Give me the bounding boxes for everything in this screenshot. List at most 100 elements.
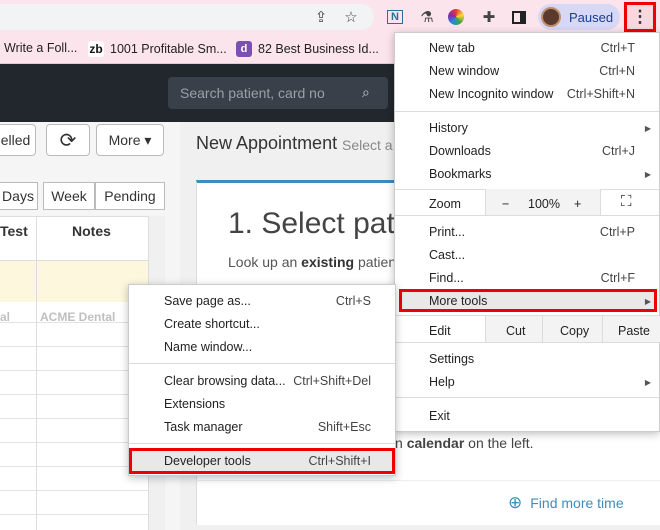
table-cell: al [0,310,11,324]
tab-label: Pending [104,188,156,204]
edit-controls: Cut Copy Paste [485,316,660,342]
column-header-notes: Notes [72,223,111,239]
shortcut-label: Ctrl+P [599,225,635,239]
zoom-level: 100% [528,197,560,211]
menu-item-more-tools[interactable]: More tools [429,294,487,308]
zoom-controls: − 100% + [485,189,601,215]
calendar-bold: calendar [406,435,465,451]
d-logo-icon: d [236,41,252,57]
zoho-logo-icon: zb [88,41,104,57]
submenu-arrow-icon: ▶ [644,170,651,179]
cancelled-button[interactable]: elled [0,124,36,156]
menu-item-exit[interactable]: Exit [429,409,450,423]
bookmark-label: Write a Foll... [4,41,78,55]
search-icon[interactable]: ⌕ [362,84,370,101]
shortcut-label: Ctrl+Shift+I [308,454,371,468]
menu-item-task-manager[interactable]: Task manager [164,420,243,434]
shortcut-label: Shift+Esc [317,420,371,434]
menu-item-downloads[interactable]: Downloads [429,144,491,158]
menu-item-incognito[interactable]: New Incognito window [429,87,553,101]
refresh-icon: ⟳ [59,129,77,152]
more-label: More ▾ [108,131,152,148]
tab-week[interactable]: Week [43,182,95,210]
more-button[interactable]: More ▾ [96,124,164,156]
grid-highlight-row[interactable] [0,260,148,302]
shortcut-label: Ctrl+F [600,271,635,285]
bookmark-item[interactable]: d 82 Best Business Id... [236,41,379,57]
find-more-label: Find more time [530,495,624,511]
submenu-arrow-icon: ▶ [644,378,651,387]
menu-item-new-window[interactable]: New window [429,64,499,78]
submenu-arrow-icon: ▶ [644,297,651,306]
star-icon[interactable]: ☆ [340,6,362,28]
zoom-in-button[interactable]: + [574,197,581,211]
zoom-in-icon: ⊕ [508,493,523,512]
chrome-menu: New tab Ctrl+T New window Ctrl+N New Inc… [394,32,660,432]
column-divider [36,216,37,530]
fullscreen-icon[interactable]: ⛶ [621,193,632,210]
shortcut-label: Ctrl+T [600,41,635,55]
color-wheel-icon[interactable] [445,6,467,28]
menu-separator [129,443,395,444]
calendar-hint: n calendar on the left. [395,435,534,451]
lookup-bold: existing [301,254,355,270]
share-icon[interactable]: ⇪ [310,6,332,28]
copy-button[interactable]: Copy [560,324,589,338]
cancelled-label: elled [0,132,31,148]
menu-item-name-window[interactable]: Name window... [164,340,252,354]
zoom-out-button[interactable]: − [502,197,509,211]
menu-item-cast[interactable]: Cast... [429,248,465,262]
grid-body [0,302,148,530]
cut-button[interactable]: Cut [506,324,525,338]
calendar-pre: n [395,435,407,451]
shortcut-label: Ctrl+Shift+N [566,87,635,101]
menu-separator [395,397,659,398]
table-cell: ACME Dental [40,310,116,324]
calendar-post: on the left. [464,435,534,451]
menu-item-save-page[interactable]: Save page as... [164,294,251,308]
menu-item-extensions[interactable]: Extensions [164,397,225,411]
submenu-arrow-icon: ▶ [644,124,651,133]
grid-header: Test Notes [0,216,165,260]
card-divider [196,480,660,481]
chrome-menu-button[interactable]: ⋮ [624,2,656,32]
column-header-test: Test [0,223,28,239]
paused-label: Paused [569,9,614,25]
menu-separator [395,215,659,216]
menu-separator [129,363,395,364]
tab-days[interactable]: Days [0,182,38,210]
bookmark-item[interactable]: zb 1001 Profitable Sm... [88,41,227,57]
page-title: New Appointment [196,133,338,153]
browser-toolbar: ⇪ ☆ N ⚗ ✚ Paused ⋮ [0,0,660,34]
refresh-button[interactable]: ⟳ [46,124,90,156]
shortcut-label: Ctrl+N [599,64,635,78]
menu-item-help[interactable]: Help [429,375,455,389]
bookmark-label: 1001 Profitable Sm... [110,42,227,56]
avatar [541,7,561,27]
menu-item-developer-tools[interactable]: Developer tools [164,454,251,468]
page-subtitle: Select a [342,137,393,153]
lookup-pre: Look up an [228,254,302,270]
menu-separator [395,342,659,343]
extension-n-icon[interactable]: N [384,6,406,28]
menu-item-find[interactable]: Find... [429,271,464,285]
eyedropper-icon[interactable]: ⚗ [416,6,438,28]
tab-pending[interactable]: Pending [95,182,165,210]
paste-button[interactable]: Paste [618,324,650,338]
bookmark-item[interactable]: Write a Foll... [4,41,77,55]
bookmark-label: 82 Best Business Id... [258,42,379,56]
menu-item-history[interactable]: History [429,121,468,135]
puzzle-icon[interactable]: ✚ [478,6,500,28]
search-input[interactable]: Search patient, card no [168,77,388,109]
profile-chip[interactable]: Paused [538,4,620,30]
sidepanel-icon[interactable] [508,6,530,28]
menu-item-create-shortcut[interactable]: Create shortcut... [164,317,260,331]
menu-item-new-tab[interactable]: New tab [429,41,475,55]
menu-item-bookmarks[interactable]: Bookmarks [429,167,492,181]
menu-item-print[interactable]: Print... [429,225,465,239]
shortcut-label: Ctrl+Shift+Del [293,374,371,388]
menu-item-clear-data[interactable]: Clear browsing data... [164,374,286,388]
menu-item-settings[interactable]: Settings [429,352,474,366]
menu-item-zoom: Zoom [429,197,461,211]
find-more-time-link[interactable]: ⊕ Find more time [508,493,624,513]
